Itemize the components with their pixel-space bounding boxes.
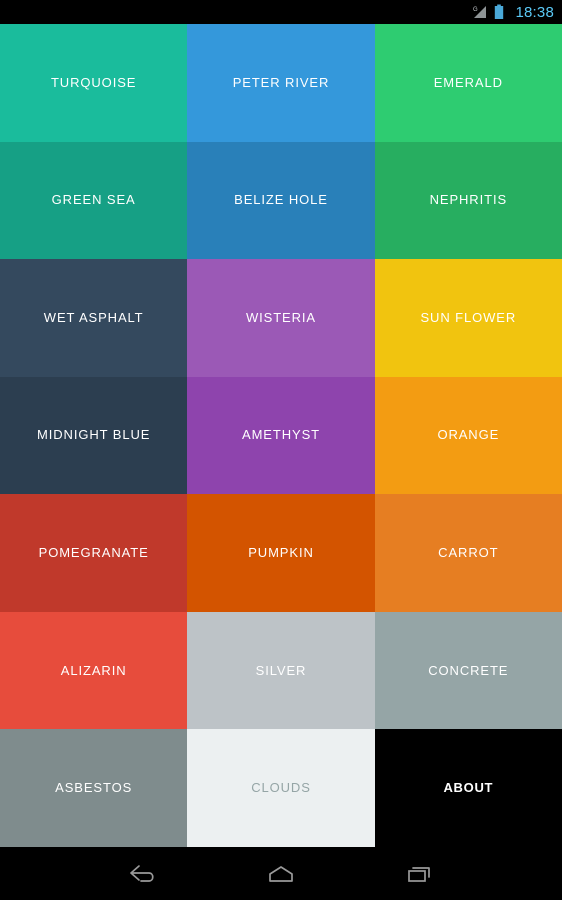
color-tile-orange[interactable]: ORANGE — [374, 376, 562, 495]
color-tile-midnight-blue[interactable]: MIDNIGHT BLUE — [0, 376, 188, 495]
color-tile-label: CONCRETE — [428, 662, 509, 678]
color-tile-carrot[interactable]: CARROT — [374, 494, 562, 612]
color-tile-concrete[interactable]: CONCRETE — [374, 611, 562, 730]
color-tile-about[interactable]: ABOUT — [374, 729, 562, 847]
recents-icon[interactable] — [393, 854, 445, 894]
color-tile-label: EMERALD — [433, 74, 503, 90]
color-tile-label: GREEN SEA — [51, 192, 136, 208]
color-tile-label: ASBESTOS — [55, 780, 133, 796]
status-bar-icons: G 18:38 — [472, 4, 554, 20]
color-tile-peter-river[interactable]: PETER RIVER — [187, 24, 375, 142]
color-tile-asbestos[interactable]: ASBESTOS — [0, 729, 188, 847]
color-tile-label: SUN FLOWER — [420, 309, 517, 325]
color-tile-label: NEPHRITIS — [429, 192, 508, 208]
color-tile-label: MIDNIGHT BLUE — [37, 427, 151, 443]
color-tile-label: CLOUDS — [251, 780, 311, 796]
color-tile-label: WISTERIA — [245, 309, 317, 325]
color-tile-label: AMETHYST — [242, 427, 320, 443]
color-tile-alizarin[interactable]: ALIZARIN — [0, 611, 188, 730]
color-tile-amethyst[interactable]: AMETHYST — [187, 376, 375, 495]
color-tile-turquoise[interactable]: TURQUOISE — [0, 24, 188, 142]
color-tile-pomegranate[interactable]: POMEGRANATE — [0, 494, 188, 612]
color-tile-label: ORANGE — [437, 427, 500, 443]
color-tile-green-sea[interactable]: GREEN SEA — [0, 141, 188, 260]
color-tile-label: PUMPKIN — [248, 545, 314, 561]
color-tile-label: ABOUT — [443, 780, 494, 796]
status-bar: G 18:38 — [0, 0, 562, 24]
color-tile-emerald[interactable]: EMERALD — [374, 24, 562, 142]
color-tile-label: WET ASPHALT — [43, 309, 144, 325]
color-tile-nephritis[interactable]: NEPHRITIS — [374, 141, 562, 260]
battery-icon — [494, 4, 504, 20]
color-tile-wisteria[interactable]: WISTERIA — [187, 259, 375, 377]
color-tile-label: SILVER — [255, 662, 307, 678]
navigation-bar — [0, 847, 562, 900]
color-tile-pumpkin[interactable]: PUMPKIN — [187, 494, 375, 612]
color-tile-label: POMEGRANATE — [38, 545, 149, 561]
home-icon[interactable] — [255, 854, 307, 894]
color-tile-label: CARROT — [438, 545, 499, 561]
android-screen: G 18:38 TURQUOISE PETER RIVER EMERALD GREEN… — [0, 0, 562, 900]
svg-text:G: G — [473, 7, 478, 13]
color-tile-label: TURQUOISE — [50, 74, 137, 90]
color-tile-clouds[interactable]: CLOUDS — [187, 729, 375, 847]
color-tile-label: PETER RIVER — [232, 74, 330, 90]
color-tile-belize-hole[interactable]: BELIZE HOLE — [187, 141, 375, 260]
color-tile-label: ALIZARIN — [60, 662, 127, 678]
back-icon[interactable] — [117, 854, 169, 894]
status-bar-clock: 18:38 — [515, 3, 554, 21]
color-tile-silver[interactable]: SILVER — [187, 611, 375, 730]
color-tile-label: BELIZE HOLE — [234, 192, 328, 208]
color-tile-wet-asphalt[interactable]: WET ASPHALT — [0, 259, 188, 377]
color-tile-sun-flower[interactable]: SUN FLOWER — [374, 259, 562, 377]
color-grid: TURQUOISE PETER RIVER EMERALD GREEN SEA BELI… — [0, 24, 562, 847]
signal-g-icon: G — [472, 5, 489, 20]
